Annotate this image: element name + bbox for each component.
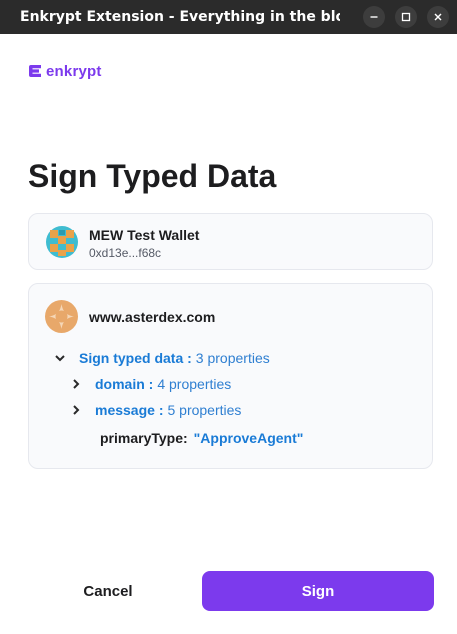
close-icon bbox=[434, 13, 442, 21]
tree-node-root[interactable]: Sign typed data : 3 properties bbox=[53, 350, 270, 366]
maximize-icon bbox=[401, 12, 411, 22]
site-domain: www.asterdex.com bbox=[89, 309, 216, 325]
tree-node-domain-meta: 4 properties bbox=[157, 376, 232, 392]
request-card: www.asterdex.com Sign typed data : 3 pro… bbox=[28, 283, 433, 469]
asterdex-logo-icon bbox=[45, 300, 78, 333]
enkrypt-logo: enkrypt bbox=[28, 62, 102, 80]
wallet-address: 0xd13e...f68c bbox=[89, 246, 162, 260]
tree-node-root-key: Sign typed data : bbox=[79, 350, 192, 366]
chevron-down-icon bbox=[53, 351, 67, 365]
cancel-button[interactable]: Cancel bbox=[72, 571, 144, 611]
app-content: enkrypt Sign Typed Data MEW Test Wallet … bbox=[0, 34, 457, 634]
minimize-icon bbox=[370, 16, 378, 18]
maximize-button[interactable] bbox=[395, 6, 417, 28]
chevron-right-icon bbox=[69, 377, 83, 391]
wallet-avatar-icon bbox=[46, 226, 78, 258]
chevron-right-icon bbox=[69, 403, 83, 417]
tree-node-root-meta: 3 properties bbox=[195, 350, 270, 366]
minimize-button[interactable] bbox=[363, 6, 385, 28]
tree-node-domain[interactable]: domain : 4 properties bbox=[69, 376, 231, 392]
tree-node-message-key: message : bbox=[95, 402, 164, 418]
tree-node-message[interactable]: message : 5 properties bbox=[69, 402, 241, 418]
window-titlebar: Enkrypt Extension - Everything in the bl… bbox=[0, 0, 457, 34]
brand-name: enkrypt bbox=[46, 62, 102, 80]
primary-type-value: "ApproveAgent" bbox=[193, 430, 304, 446]
page-title: Sign Typed Data bbox=[28, 158, 277, 194]
window-title: Enkrypt Extension - Everything in the bl… bbox=[20, 9, 340, 25]
close-button[interactable] bbox=[427, 6, 449, 28]
sign-button[interactable]: Sign bbox=[202, 571, 434, 611]
primary-type-key: primaryType: bbox=[100, 430, 188, 446]
wallet-name: MEW Test Wallet bbox=[89, 227, 200, 243]
wallet-card: MEW Test Wallet 0xd13e...f68c bbox=[28, 213, 433, 270]
tree-node-domain-key: domain : bbox=[95, 376, 154, 392]
tree-node-message-meta: 5 properties bbox=[167, 402, 242, 418]
enkrypt-logo-icon bbox=[29, 65, 41, 77]
primary-type-row: primaryType: "ApproveAgent" bbox=[100, 430, 303, 446]
